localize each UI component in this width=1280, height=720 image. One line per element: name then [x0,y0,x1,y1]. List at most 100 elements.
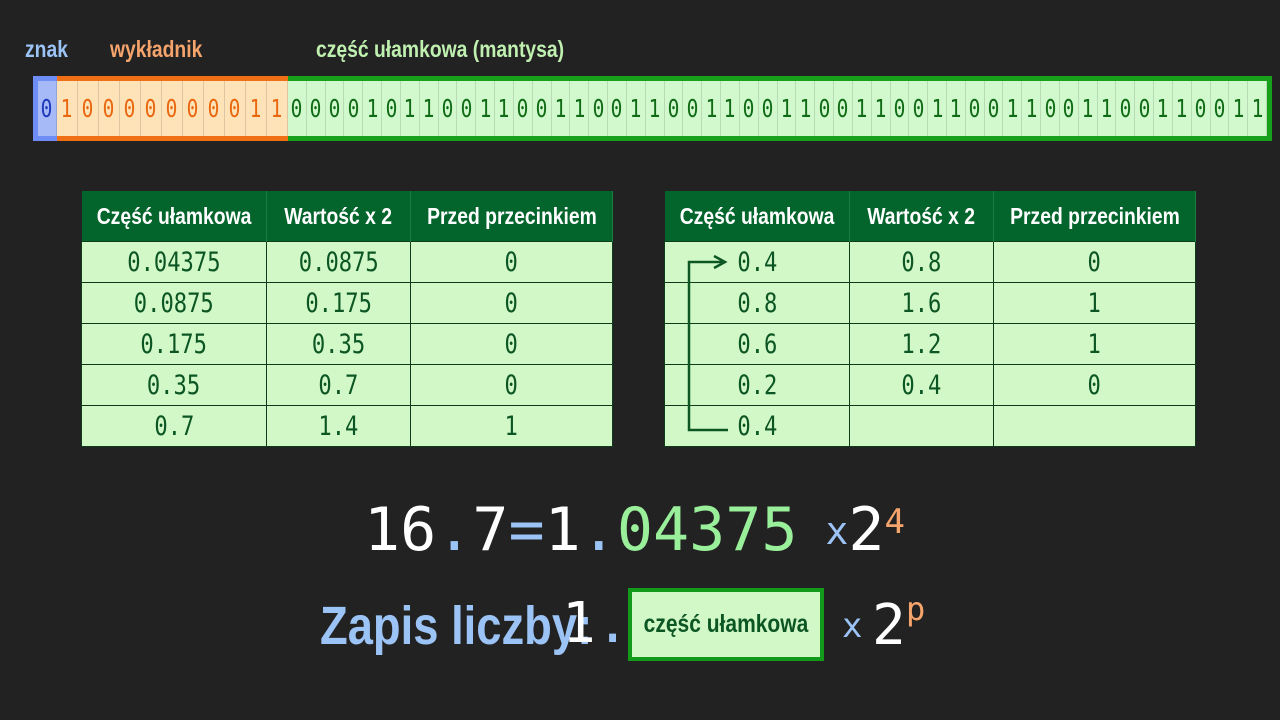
table-row: 0.35 0.7 0 [81,364,613,406]
normalized-dot: . [580,495,617,565]
left-table-header-2: Przed przecinkiem [410,191,613,242]
right-table-cell-1-2: 1 [993,282,1196,324]
table-row: 0.04375 0.0875 0 [81,241,613,283]
mantissa-bit-13: 0 [532,81,552,136]
equals-sign: = [508,495,545,565]
mantissa-bit-43: 1 [1097,81,1117,136]
table-row: 0.2 0.4 0 [664,364,1196,406]
mantissa-bit-35: 1 [946,81,966,136]
exponent-bit-8: 0 [225,81,246,136]
mantissa-bit-46: 1 [1154,81,1173,136]
notation-one: 1. [562,591,630,656]
mantissa-bit-36: 0 [965,81,985,136]
exponent-bit-10: 1 [267,81,288,136]
right-table-cell-0-2: 0 [993,241,1196,283]
fraction-part-box-text: część ułamkowa [643,610,809,638]
right-table-cell-4-1 [849,405,994,447]
right-table-cell-2-1: 1.2 [849,323,994,365]
mantissa-bit-23: 1 [721,81,740,136]
mantissa-bit-2: 0 [325,81,345,136]
table-row: 0.7 1.4 1 [81,405,613,447]
mantissa-bit-48: 0 [1191,81,1211,136]
mantissa-bit-27: 1 [796,81,816,136]
mantissa-bit-9: 0 [457,81,477,136]
mantissa-bit-28: 0 [815,81,835,136]
mantissa-bit-38: 1 [1003,81,1023,136]
right-table-cell-3-0: 0.2 [664,364,850,406]
right-table-cell-1-0: 0.8 [664,282,850,324]
exponent-bit-2: 0 [99,81,120,136]
mantissa-bit-4: 1 [363,81,383,136]
left-table-cell-2-0: 0.175 [81,323,267,365]
exponent-bits-segment: 10000000011 [57,76,288,141]
table-row: 0.8 1.6 1 [664,282,1196,324]
notation-times-sign: x [842,606,863,646]
mantissa-bit-16: 0 [589,81,609,136]
mantissa-bit-34: 1 [928,81,947,136]
fraction-part: 7 [472,495,509,565]
times-sign: x [825,509,849,553]
right-table-cell-3-1: 0.4 [849,364,994,406]
left-table-cell-4-1: 1.4 [266,405,411,447]
mantissa-bit-37: 0 [984,81,1004,136]
right-table-cell-0-0: 0.4 [664,241,850,283]
sign-bit-segment: 0 [33,76,57,141]
right-table-cell-2-2: 1 [993,323,1196,365]
exponent-bit-0: 1 [57,81,78,136]
mantissa-bit-26: 1 [777,81,797,136]
mantissa-bit-31: 1 [871,81,891,136]
mantissa-bit-21: 0 [683,81,703,136]
mantissa-bit-5: 0 [382,81,401,136]
mantissa-bit-45: 0 [1135,81,1155,136]
left-table-cell-1-1: 0.175 [266,282,411,324]
right-table-cell-3-2: 0 [993,364,1196,406]
mantissa-bit-17: 0 [608,81,627,136]
left-table-cell-4-0: 0.7 [81,405,267,447]
left-table-cell-1-2: 0 [410,282,613,324]
right-table-cell-0-1: 0.8 [849,241,994,283]
base-two: 2 [848,495,885,565]
fraction-part-box: część ułamkowa [628,588,824,661]
mantissa-bit-1: 0 [306,81,326,136]
mantissa-bit-29: 0 [834,81,853,136]
notation-label: Zapis liczby: [320,596,593,656]
exponent-bit-4: 0 [141,81,162,136]
right-table-cell-2-0: 0.6 [664,323,850,365]
mantissa-bit-15: 1 [570,81,590,136]
mantissa-bit-20: 0 [664,81,684,136]
right-table-cell-1-1: 1.6 [849,282,994,324]
leading-one: 1 [544,495,581,565]
left-table-cell-3-2: 0 [410,364,613,406]
table-row: 0.6 1.2 1 [664,323,1196,365]
table-row: 0.175 0.35 0 [81,323,613,365]
mantissa-bit-47: 1 [1172,81,1192,136]
mantissa-bit-19: 1 [645,81,665,136]
mantissa-bit-22: 1 [702,81,722,136]
mantissa-bit-11: 1 [495,81,514,136]
fraction-table-left: Część ułamkowa Wartość x 2 Przed przecinki… [81,191,613,447]
mantissa-bit-42: 1 [1078,81,1098,136]
decimal-dot: . [436,495,473,565]
mantissa-bit-3: 0 [344,81,364,136]
conversion-equation: 16.7=1.04375 x24 [364,495,905,572]
exponent-bit-3: 0 [120,81,141,136]
mantissa-bit-12: 0 [513,81,533,136]
left-table-header-0: Część ułamkowa [81,191,267,242]
left-table-cell-0-2: 0 [410,241,613,283]
left-table-cell-2-2: 0 [410,323,613,365]
left-table-cell-0-1: 0.0875 [266,241,411,283]
left-table-cell-1-0: 0.0875 [81,282,267,324]
exponent-bit-5: 0 [162,81,183,136]
mantissa-bit-18: 1 [626,81,646,136]
left-table-cell-4-2: 1 [410,405,613,447]
mantissa-bit-10: 1 [476,81,496,136]
exponent-bit-9: 1 [246,81,267,136]
mantissa-bit-24: 0 [739,81,759,136]
mantissa-bit-41: 0 [1059,81,1079,136]
table-row: 0.4 0.8 0 [664,241,1196,283]
mantissa-bit-7: 1 [419,81,439,136]
mantissa-digits: 04375 [616,495,798,565]
mantissa-bit-25: 0 [758,81,778,136]
left-table-header-1: Wartość x 2 [266,191,411,242]
left-table-cell-0-0: 0.04375 [81,241,267,283]
